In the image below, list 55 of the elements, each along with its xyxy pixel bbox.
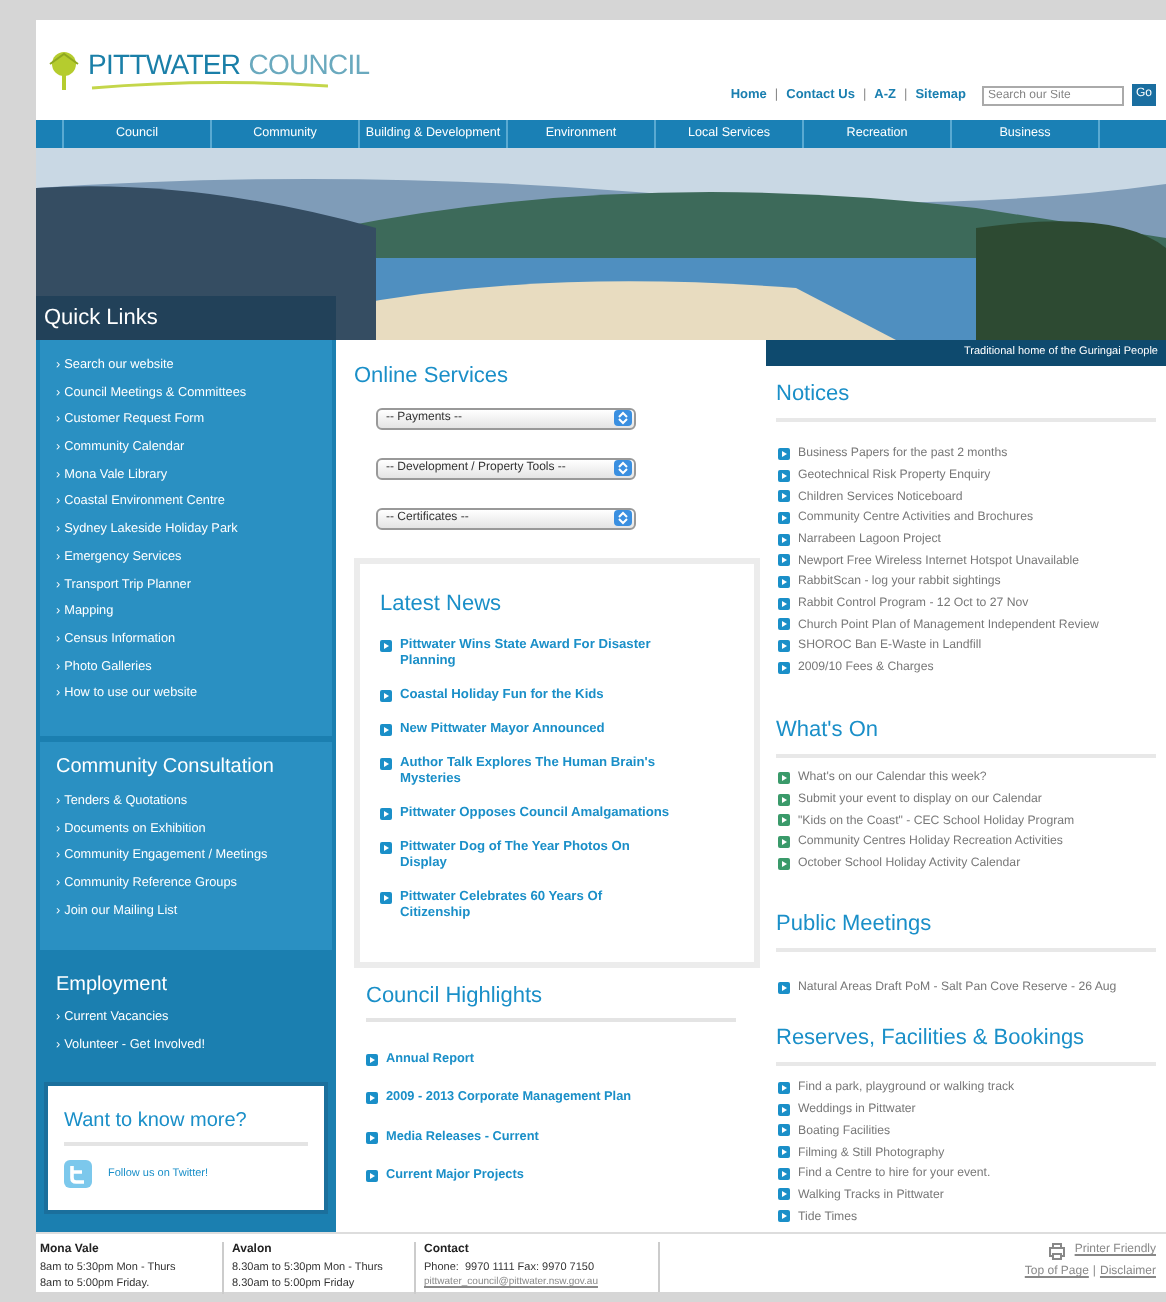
tree-logo-icon — [48, 49, 80, 89]
bullet-arrow-icon — [380, 690, 392, 702]
bullet-arrow-icon — [778, 533, 790, 546]
bullet-arrow-icon — [366, 1131, 378, 1144]
section-heading: Reserves, Facilities & Bookings — [776, 1024, 1087, 1055]
bullet-arrow-icon — [380, 892, 392, 904]
bullet-arrow-icon — [778, 554, 790, 567]
section-heading: Quick Links — [44, 303, 158, 334]
bullet-arrow-icon — [778, 618, 790, 631]
section-heading: Want to know more? — [64, 1108, 249, 1136]
bullet-arrow-icon — [380, 724, 392, 736]
bullet-arrow-icon — [380, 640, 392, 652]
printer-icon — [1048, 1242, 1067, 1260]
bullet-arrow-icon — [778, 1210, 790, 1223]
bullet-arrow-icon — [380, 808, 392, 820]
bullet-arrow-icon — [778, 771, 790, 784]
bullet-arrow-icon — [366, 1053, 378, 1066]
bullet-arrow-icon — [778, 469, 790, 482]
section-heading: Latest News — [380, 589, 504, 619]
bullet-arrow-icon — [778, 661, 790, 674]
bullet-arrow-icon — [778, 447, 790, 460]
bullet-arrow-icon — [778, 511, 790, 524]
bullet-arrow-icon — [778, 1082, 790, 1095]
logo-name: PITTWATER — [88, 48, 241, 80]
bullet-arrow-icon — [778, 814, 790, 827]
section-heading: Public Meetings — [776, 910, 934, 940]
section-heading: Online Services — [354, 362, 511, 392]
section-heading: Employment — [56, 972, 170, 1000]
bullet-arrow-icon — [778, 1167, 790, 1180]
bullet-arrow-icon — [778, 575, 790, 588]
bullet-arrow-icon — [366, 1092, 378, 1105]
bullet-arrow-icon — [380, 842, 392, 854]
bullet-arrow-icon — [778, 597, 790, 610]
bullet-arrow-icon — [778, 981, 790, 994]
bullet-arrow-icon — [778, 1188, 790, 1201]
bullet-arrow-icon — [366, 1170, 378, 1183]
bullet-arrow-icon — [778, 835, 790, 848]
bullet-arrow-icon — [778, 490, 790, 503]
section-heading: Notices — [776, 380, 852, 410]
bullet-arrow-icon — [778, 1124, 790, 1137]
logo-swoosh-icon — [88, 80, 328, 90]
section-heading: Council Highlights — [366, 981, 545, 1011]
bullet-arrow-icon — [778, 1103, 790, 1116]
logo-suffix: COUNCIL — [248, 48, 370, 80]
dropdown-arrows-icon — [614, 410, 632, 426]
bullet-arrow-icon — [778, 793, 790, 806]
bullet-arrow-icon — [778, 640, 790, 653]
section-heading: What's On — [776, 716, 881, 747]
section-heading: Community Consultation — [56, 754, 276, 782]
dropdown-arrows-icon — [614, 510, 632, 526]
bullet-arrow-icon — [380, 758, 392, 770]
bullet-arrow-icon — [778, 857, 790, 870]
dropdown-arrows-icon — [614, 460, 632, 476]
bullet-arrow-icon — [778, 1146, 790, 1159]
bird-logo-icon — [64, 1160, 92, 1188]
